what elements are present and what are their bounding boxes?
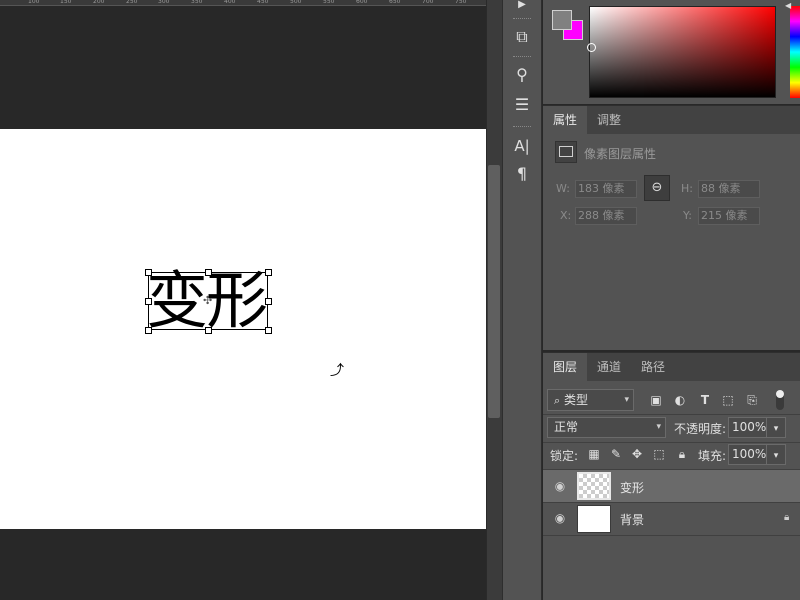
layer-name[interactable]: 背景 bbox=[620, 511, 644, 528]
hue-slider-arrow-icon[interactable]: ◀ bbox=[785, 1, 791, 10]
fill-label: 填充: bbox=[698, 449, 727, 463]
transform-handle-bl[interactable] bbox=[145, 327, 152, 334]
lock-artboard-icon[interactable]: ⬚ bbox=[650, 445, 668, 463]
width-field[interactable]: 183 像素 bbox=[575, 180, 637, 198]
filter-pixel-icon[interactable]: ▣ bbox=[647, 391, 665, 409]
panel-dock-strip bbox=[502, 0, 542, 600]
character-icon[interactable]: A| bbox=[510, 135, 534, 157]
fill-dropdown[interactable]: ▾ bbox=[766, 444, 786, 465]
layer-comp-icon[interactable]: ⧉ bbox=[510, 26, 534, 48]
visibility-eye-icon[interactable]: ◉ bbox=[552, 511, 568, 525]
tab-paths[interactable]: 路径 bbox=[631, 353, 675, 381]
layer-thumbnail[interactable] bbox=[577, 472, 611, 500]
filter-toggle[interactable] bbox=[776, 390, 784, 410]
transform-handle-mr[interactable] bbox=[265, 298, 272, 305]
ruler-tick: 350 bbox=[191, 0, 203, 5]
ruler-tick: 500 bbox=[290, 0, 302, 5]
link-dimensions-icon[interactable]: ⊖ bbox=[644, 175, 670, 201]
width-label: W: bbox=[556, 182, 570, 195]
x-label: X: bbox=[560, 209, 572, 222]
tab-properties[interactable]: 属性 bbox=[543, 106, 588, 134]
visibility-eye-icon[interactable]: ◉ bbox=[552, 479, 568, 493]
dock-grip[interactable] bbox=[513, 126, 531, 129]
lock-transparent-icon[interactable]: ▦ bbox=[585, 445, 603, 463]
chevron-down-icon: ▾ bbox=[773, 424, 779, 434]
filter-adjustment-icon[interactable]: ◐ bbox=[671, 391, 689, 409]
hue-slider[interactable] bbox=[790, 6, 800, 98]
tab-channels[interactable]: 通道 bbox=[587, 353, 631, 381]
lock-all-icon[interactable]: 🔒︎ bbox=[673, 445, 691, 463]
chevron-down-icon: ▾ bbox=[656, 422, 661, 432]
ruler-tick: 750 bbox=[455, 0, 467, 5]
image-icon bbox=[559, 146, 573, 157]
height-label: H: bbox=[681, 182, 693, 195]
transform-handle-tm[interactable] bbox=[205, 269, 212, 276]
transform-handle-bm[interactable] bbox=[205, 327, 212, 334]
properties-title: 像素图层属性 bbox=[584, 147, 657, 161]
dock-grip[interactable] bbox=[513, 56, 531, 59]
tab-adjustments[interactable]: 调整 bbox=[587, 106, 631, 134]
blend-mode-select[interactable]: 正常 ▾ bbox=[547, 417, 666, 438]
separator bbox=[543, 414, 800, 415]
filter-shape-icon[interactable]: ⬚ bbox=[719, 391, 737, 409]
transform-handle-ml[interactable] bbox=[145, 298, 152, 305]
paragraph-icon[interactable]: ¶ bbox=[510, 163, 534, 185]
ruler-tick: 300 bbox=[158, 0, 170, 5]
filter-toggle-knob bbox=[776, 390, 784, 398]
transform-center-icon[interactable]: ✣ bbox=[203, 294, 212, 307]
lock-label: 锁定: bbox=[550, 449, 579, 463]
ruler-tick: 400 bbox=[224, 0, 236, 5]
opacity-value: 100% bbox=[732, 420, 767, 434]
x-field[interactable]: 288 像素 bbox=[575, 207, 637, 225]
foreground-color-swatch[interactable] bbox=[552, 10, 572, 30]
ruler-tick: 200 bbox=[93, 0, 105, 5]
tab-layers[interactable]: 图层 bbox=[543, 353, 588, 381]
layer-thumbnail[interactable] bbox=[577, 505, 611, 533]
lock-image-brush-icon[interactable]: ✎ bbox=[607, 445, 625, 463]
scrollbar-thumb[interactable] bbox=[488, 165, 500, 418]
transform-handle-br[interactable] bbox=[265, 327, 272, 334]
properties-panel: 属性 调整 bbox=[543, 105, 800, 350]
y-label: Y: bbox=[683, 209, 692, 222]
horizontal-ruler: 100 150 200 250 300 350 400 450 500 550 … bbox=[0, 0, 486, 6]
opacity-label: 不透明度: bbox=[674, 422, 727, 436]
transform-handle-tl[interactable] bbox=[145, 269, 152, 276]
play-icon[interactable]: ▶ bbox=[510, 0, 534, 16]
ruler-tick: 700 bbox=[422, 0, 434, 5]
ruler-tick: 450 bbox=[257, 0, 269, 5]
filter-label: 类型 bbox=[564, 393, 589, 407]
ruler-tick: 150 bbox=[60, 0, 72, 5]
filter-type-icon[interactable]: T bbox=[696, 391, 714, 409]
brush-presets-icon[interactable]: ⚲ bbox=[510, 64, 534, 86]
layer-name[interactable]: 变形 bbox=[620, 479, 644, 496]
transform-handle-tr[interactable] bbox=[265, 269, 272, 276]
adjust-sliders-icon[interactable]: ☰ bbox=[510, 94, 534, 116]
properties-tabbar: 属性 调整 bbox=[543, 106, 800, 134]
chevron-down-icon: ▾ bbox=[773, 451, 779, 461]
blend-mode-value: 正常 bbox=[554, 420, 579, 434]
color-picker-cursor[interactable] bbox=[587, 43, 596, 52]
fill-value: 100% bbox=[732, 447, 767, 461]
y-field[interactable]: 215 像素 bbox=[698, 207, 760, 225]
ruler-tick: 100 bbox=[28, 0, 40, 5]
height-field[interactable]: 88 像素 bbox=[698, 180, 760, 198]
filter-smart-object-icon[interactable]: ⎘ bbox=[743, 391, 761, 409]
ruler-tick: 600 bbox=[356, 0, 368, 5]
ruler-tick: 250 bbox=[126, 0, 138, 5]
layer-filter-select[interactable]: ⌕ 类型 ▾ bbox=[547, 389, 634, 411]
opacity-dropdown[interactable]: ▾ bbox=[766, 417, 786, 438]
rotate-cursor-icon: ⤴ bbox=[330, 363, 344, 379]
search-icon: ⌕ bbox=[554, 394, 561, 407]
color-picker-field[interactable] bbox=[589, 6, 776, 98]
separator bbox=[543, 535, 800, 536]
lock-icon: 🔒︎ bbox=[784, 512, 790, 523]
layers-tabbar: 图层 通道 路径 bbox=[543, 353, 800, 381]
dock-grip[interactable] bbox=[513, 18, 531, 21]
lock-position-move-icon[interactable]: ✥ bbox=[628, 445, 646, 463]
chevron-down-icon: ▾ bbox=[624, 395, 629, 405]
separator bbox=[543, 442, 800, 443]
ruler-tick: 650 bbox=[389, 0, 401, 5]
ruler-tick: 550 bbox=[323, 0, 335, 5]
